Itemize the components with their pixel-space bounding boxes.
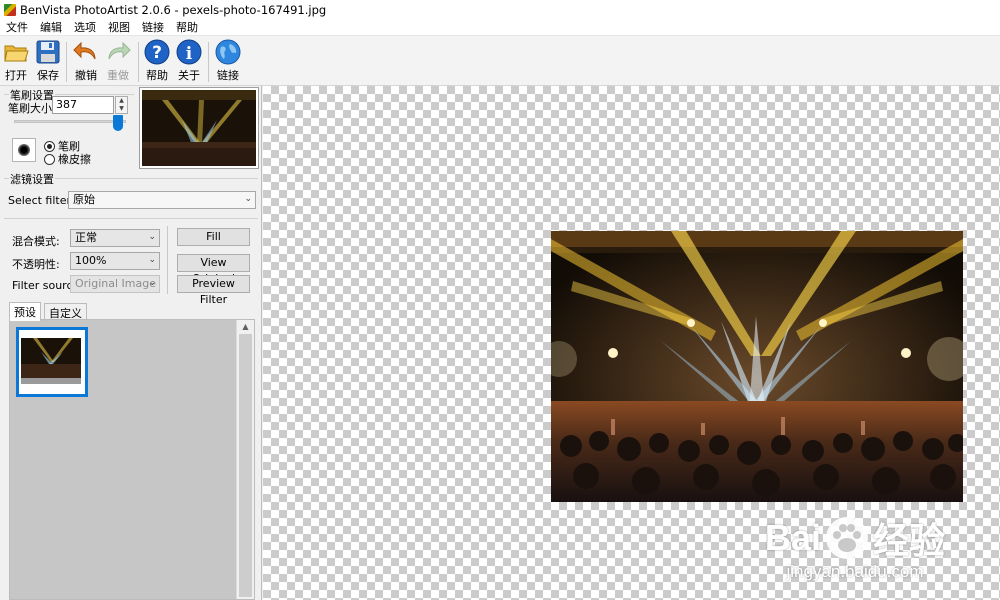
- select-filter-label: Select filter:: [8, 194, 75, 207]
- toolbar: 打开 保存 撤销 重做 ? 帮助 i 关于 链接: [0, 36, 1000, 86]
- globe-icon: [215, 39, 241, 65]
- chevron-down-icon: ⌄: [148, 278, 156, 288]
- watermark-url: jingyan.baidu.com: [786, 562, 924, 581]
- eraser-mode-radio[interactable]: 橡皮擦: [44, 151, 91, 167]
- blend-mode-select[interactable]: 正常 ⌄: [70, 229, 160, 247]
- brush-size-input[interactable]: 387: [52, 96, 114, 114]
- watermark-brand: Bai 经验: [765, 512, 945, 564]
- menu-bar: 文件 编辑 选项 视图 链接 帮助: [0, 19, 1000, 36]
- chevron-down-icon: ⌄: [244, 194, 252, 204]
- scroll-up-icon[interactable]: ▲: [237, 322, 254, 331]
- preset-item-original[interactable]: [16, 327, 88, 397]
- svg-text:?: ?: [152, 43, 162, 63]
- undo-arrow-icon: [73, 41, 96, 60]
- opacity-select[interactable]: 100% ⌄: [70, 252, 160, 270]
- filter-select[interactable]: 原始 ⌄: [68, 191, 256, 209]
- info-icon: i: [176, 39, 202, 65]
- group-divider: [4, 218, 258, 219]
- save-button[interactable]: 保存: [33, 39, 63, 83]
- about-button[interactable]: i 关于: [174, 39, 204, 83]
- watermark-brand-right: 经验: [872, 520, 945, 561]
- filter-settings-title: 滤镜设置: [9, 171, 55, 187]
- redo-arrow-icon: [108, 41, 131, 60]
- watermark-brand-left: Bai: [764, 517, 821, 558]
- svg-text:i: i: [186, 44, 193, 64]
- image-canvas[interactable]: Bai 经验 jingyan.baidu.com: [263, 86, 1000, 600]
- brush-size-spinner[interactable]: ▲ ▼: [115, 96, 128, 114]
- preset-thumbnail-image: [21, 332, 81, 390]
- title-bar: BenVista PhotoArtist 2.0.6 - pexels-phot…: [0, 0, 1000, 19]
- redo-button[interactable]: 重做: [103, 39, 133, 83]
- brush-size-slider-track[interactable]: [14, 120, 126, 123]
- preset-list: ▲: [9, 319, 255, 600]
- blend-mode-label: 混合模式:: [12, 235, 60, 248]
- brush-size-label: 笔刷大小:: [8, 102, 56, 115]
- window-title: BenVista PhotoArtist 2.0.6 - pexels-phot…: [20, 2, 327, 17]
- undo-button[interactable]: 撤销: [71, 39, 101, 83]
- radio-unchecked-icon: [44, 153, 55, 165]
- toolbar-separator: [208, 42, 209, 82]
- help-label: 帮助: [146, 69, 168, 82]
- link-button[interactable]: 链接: [213, 39, 243, 83]
- scrollbar-thumb[interactable]: [239, 334, 252, 597]
- baidu-watermark: Bai 经验 jingyan.baidu.com: [765, 512, 945, 582]
- toolbar-separator: [66, 42, 67, 82]
- help-question-icon: ?: [144, 39, 170, 65]
- filter-source-value: Original Image: [75, 277, 156, 290]
- image-thumbnail[interactable]: [139, 87, 259, 169]
- undo-label: 撤销: [75, 69, 97, 82]
- spin-down-icon[interactable]: ▼: [116, 105, 127, 113]
- save-label: 保存: [37, 69, 59, 82]
- radio-checked-icon: [44, 140, 55, 152]
- view-original-button[interactable]: View Original: [177, 254, 250, 285]
- brush-dot-icon: [18, 144, 30, 156]
- about-label: 关于: [178, 69, 200, 82]
- toolbar-separator: [138, 42, 139, 82]
- menu-links[interactable]: 链接: [136, 19, 170, 35]
- open-button[interactable]: 打开: [1, 39, 31, 83]
- vertical-separator: [167, 226, 168, 294]
- floppy-disk-icon: [36, 40, 60, 64]
- menu-file[interactable]: 文件: [0, 19, 34, 35]
- settings-panel: 笔刷设置 笔刷大小: 387 ▲ ▼ 笔刷 橡皮擦 滤镜设置 Select fi…: [0, 86, 262, 600]
- brush-preview: [12, 138, 36, 162]
- open-label: 打开: [5, 69, 27, 82]
- brush-size-slider-thumb[interactable]: [113, 115, 124, 131]
- chevron-down-icon: ⌄: [148, 232, 156, 242]
- opacity-label: 不透明性:: [12, 258, 60, 271]
- help-button[interactable]: ? 帮助: [142, 39, 172, 83]
- menu-view[interactable]: 视图: [102, 19, 136, 35]
- tab-presets[interactable]: 预设: [9, 302, 41, 321]
- link-label: 链接: [217, 69, 239, 82]
- concert-thumbnail-image: [142, 90, 256, 166]
- opacity-value: 100%: [75, 254, 107, 267]
- preview-filter-button[interactable]: Preview Filter: [177, 275, 250, 306]
- fill-button[interactable]: Fill: [177, 228, 250, 246]
- paw-logo-icon: [825, 517, 868, 559]
- menu-edit[interactable]: 编辑: [34, 19, 68, 35]
- eraser-mode-label: 橡皮擦: [58, 153, 91, 166]
- folder-open-icon: [4, 45, 29, 62]
- blend-mode-value: 正常: [75, 231, 97, 244]
- app-icon: [4, 3, 16, 16]
- redo-label: 重做: [107, 69, 129, 82]
- menu-options[interactable]: 选项: [68, 19, 102, 35]
- concert-photo: [551, 231, 963, 502]
- filter-select-value: 原始: [73, 193, 95, 206]
- preset-scrollbar[interactable]: ▲: [236, 320, 254, 599]
- spin-up-icon[interactable]: ▲: [116, 97, 127, 105]
- chevron-down-icon: ⌄: [148, 255, 156, 265]
- menu-help[interactable]: 帮助: [170, 19, 204, 35]
- filter-source-select[interactable]: Original Image ⌄: [70, 275, 160, 293]
